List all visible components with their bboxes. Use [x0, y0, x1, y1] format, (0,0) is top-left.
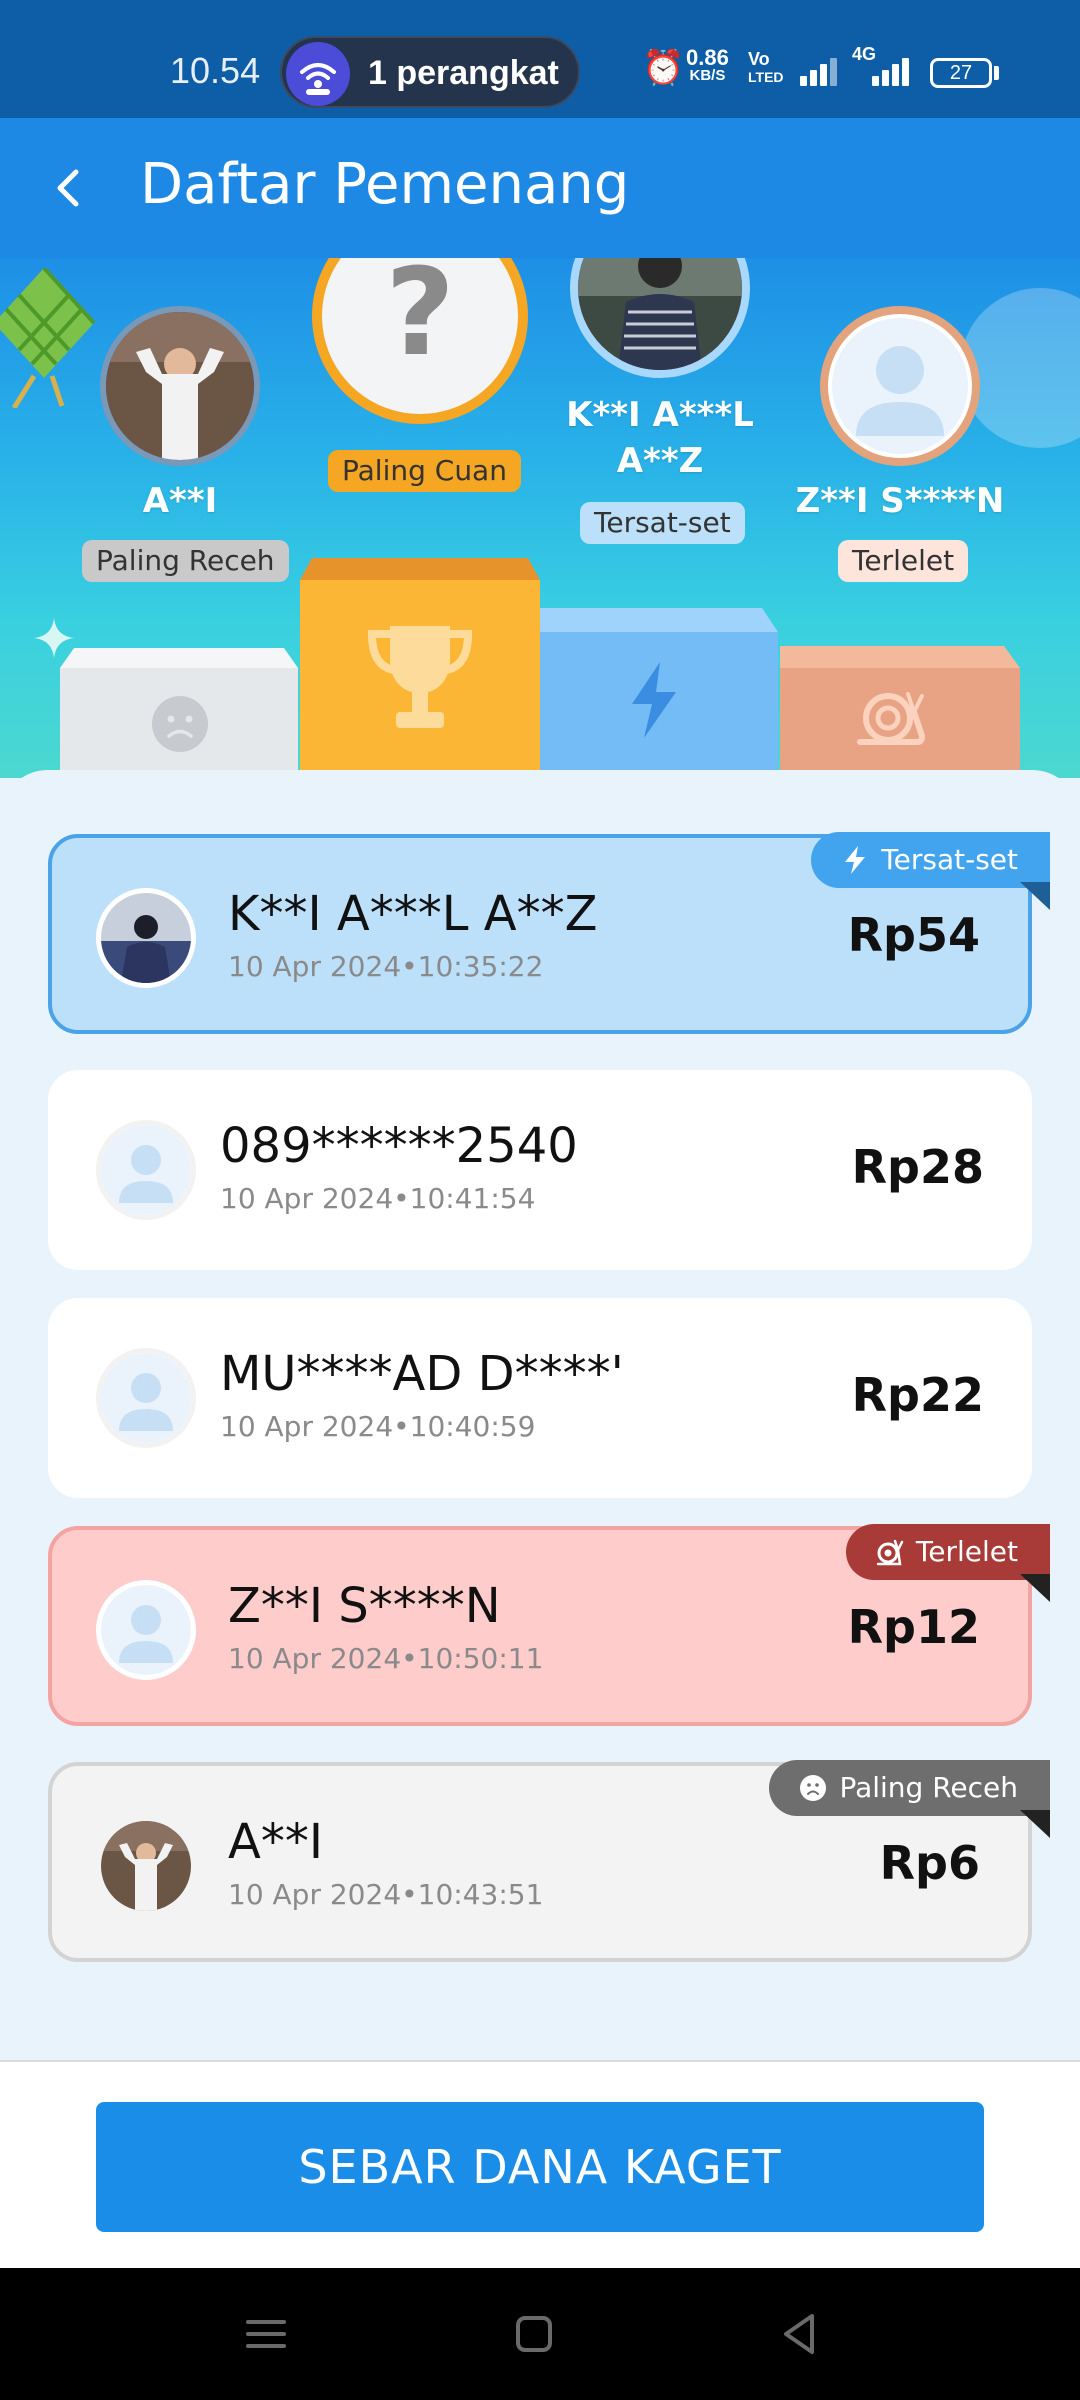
- volte-bottom: LTED: [748, 69, 784, 85]
- person-photo: [578, 258, 742, 370]
- sad-face-icon: [152, 696, 208, 752]
- hotspot-icon: [286, 42, 350, 106]
- ribbon-fold: [1020, 1574, 1050, 1602]
- badge-label: Tersat-set: [881, 843, 1018, 876]
- winner-name: 089******2540: [220, 1118, 578, 1174]
- winner-card-4[interactable]: Z**I S****N 10 Apr 2024•10:50:11 Rp12 Te…: [48, 1524, 1050, 1726]
- volte-icon: Vo LTED: [748, 50, 784, 86]
- menu-icon[interactable]: [236, 2304, 296, 2364]
- net-speed: 0.86 KB/S: [686, 45, 729, 84]
- podium-hero: ? Paling Cuan A**I Paling Receh K**I A**…: [0, 258, 1080, 778]
- volte-top: Vo: [748, 49, 770, 69]
- net-speed-value: 0.86: [686, 45, 729, 70]
- trophy-icon: [367, 626, 473, 728]
- default-avatar-icon: [101, 1353, 191, 1443]
- badge-label: Terlelet: [915, 1535, 1018, 1568]
- battery-level: 27: [949, 62, 973, 84]
- winner-amount: Rp22: [851, 1368, 984, 1422]
- receh-winner-name: A**I: [142, 481, 218, 521]
- hotspot-text: 1 perangkat: [368, 54, 559, 92]
- badge-paling-receh: Paling Receh: [769, 1760, 1050, 1816]
- tag-paling-cuan: Paling Cuan: [328, 450, 521, 492]
- alarm-icon: ⏰: [642, 49, 685, 87]
- tag-terlelet: Terlelet: [838, 540, 969, 582]
- winner-time: 10 Apr 2024•10:40:59: [220, 1410, 536, 1443]
- page-title: Daftar Pemenang: [140, 152, 630, 217]
- winner-time: 10 Apr 2024•10:35:22: [228, 950, 544, 983]
- first-place-question: ?: [385, 258, 455, 383]
- default-avatar-icon: [832, 318, 968, 454]
- default-avatar-icon: [101, 1585, 191, 1675]
- lightning-icon: [632, 662, 676, 738]
- snail-icon: [876, 1539, 904, 1566]
- net-speed-unit: KB/S: [689, 67, 726, 84]
- status-time: 10.54: [170, 50, 261, 91]
- hotspot-pill[interactable]: 1 perangkat: [280, 36, 580, 108]
- winner-list: K**I A***L A**Z 10 Apr 2024•10:35:22 Rp5…: [0, 770, 1080, 2060]
- system-nav-bar: [0, 2268, 1080, 2400]
- home-icon[interactable]: [504, 2304, 564, 2364]
- bottom-action-area: SEBAR DANA KAGET: [0, 2060, 1080, 2268]
- snail-icon: [857, 692, 926, 745]
- sebar-dana-kaget-button[interactable]: SEBAR DANA KAGET: [96, 2102, 984, 2232]
- network-type: 4G: [852, 44, 877, 64]
- sad-face-icon: [800, 1775, 827, 1801]
- tag-paling-receh: Paling Receh: [82, 540, 289, 582]
- player-photo: [101, 1821, 191, 1911]
- badge-terlelet: Terlelet: [845, 1524, 1050, 1580]
- winner-avatar: [96, 1816, 196, 1916]
- winner-time: 10 Apr 2024•10:50:11: [228, 1642, 544, 1675]
- winner-card-2[interactable]: 089******2540 10 Apr 2024•10:41:54 Rp28: [48, 1070, 1032, 1270]
- winner-avatar: [96, 1120, 196, 1220]
- winner-avatar: [96, 1580, 196, 1680]
- slow-winner-name: Z**I S****N: [795, 481, 1005, 521]
- winner-amount: Rp12: [847, 1600, 980, 1654]
- default-avatar-icon: [101, 1125, 191, 1215]
- winner-card-1[interactable]: K**I A***L A**Z 10 Apr 2024•10:35:22 Rp5…: [48, 832, 1050, 1034]
- status-bar: 10.54 1 perangkat ⏰ 0.86 KB/S Vo LTED 4G…: [0, 0, 1080, 118]
- winner-name: K**I A***L A**Z: [228, 886, 598, 942]
- fast-winner-name-line1: K**I A***L: [566, 395, 754, 435]
- ribbon-fold: [1020, 1810, 1050, 1838]
- chevron-left-icon: [57, 169, 79, 207]
- badge-label: Paling Receh: [839, 1771, 1018, 1804]
- status-icons: ⏰ 0.86 KB/S Vo LTED 4G 27: [640, 44, 1010, 94]
- winner-name: Z**I S****N: [228, 1578, 501, 1634]
- winner-time: 10 Apr 2024•10:43:51: [228, 1878, 544, 1911]
- player-photo: [106, 312, 254, 460]
- fast-winner-name-line2: A**Z: [616, 441, 704, 481]
- winner-card-5[interactable]: A**I 10 Apr 2024•10:43:51 Rp6 Paling Rec…: [48, 1760, 1050, 1962]
- winner-avatar: [96, 888, 196, 988]
- winner-card-3[interactable]: MU****AD D****' 10 Apr 2024•10:40:59 Rp2…: [48, 1298, 1032, 1498]
- person-photo: [101, 893, 191, 983]
- winner-amount: Rp54: [847, 908, 980, 962]
- tag-tersat-set: Tersat-set: [580, 502, 745, 544]
- winner-name: A**I: [228, 1814, 323, 1870]
- winner-amount: Rp6: [879, 1836, 980, 1890]
- winner-avatar: [96, 1348, 196, 1448]
- battery-icon: 27: [930, 58, 992, 88]
- badge-tersat-set: Tersat-set: [811, 832, 1050, 888]
- receh-winner-avatar[interactable]: [100, 306, 260, 466]
- back-nav-icon[interactable]: [770, 2304, 830, 2364]
- lightning-icon: [845, 846, 866, 874]
- winner-time: 10 Apr 2024•10:41:54: [220, 1182, 536, 1215]
- winner-amount: Rp28: [851, 1140, 984, 1194]
- ribbon-fold: [1020, 882, 1050, 910]
- winner-name: MU****AD D****': [220, 1346, 624, 1402]
- back-button[interactable]: [40, 158, 100, 218]
- slow-winner-avatar[interactable]: [820, 306, 980, 466]
- app-header: Daftar Pemenang: [0, 118, 1080, 258]
